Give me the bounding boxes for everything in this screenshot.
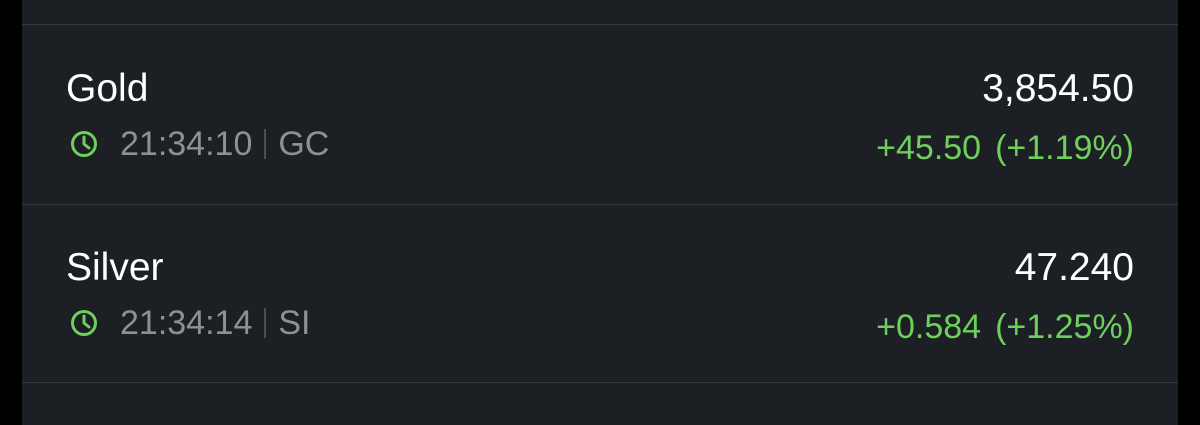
change-percent: (+1.19%) bbox=[995, 129, 1134, 167]
instrument-name: Silver bbox=[66, 246, 164, 289]
quote-list: Gold 21:34:10 GC 3,854.50 +45.50 (+1.19%)… bbox=[22, 0, 1178, 425]
meta-separator bbox=[264, 308, 267, 338]
ticker-symbol: GC bbox=[278, 125, 330, 163]
price-change: +0.584 (+1.25%) bbox=[876, 305, 1134, 349]
meta-separator bbox=[264, 129, 267, 159]
row-divider bbox=[22, 382, 1178, 383]
quote-row-silver[interactable]: Silver 21:34:14 SI 47.240 +0.584 (+1.25%) bbox=[22, 205, 1178, 383]
change-percent: (+1.25%) bbox=[995, 308, 1134, 346]
quote-time: 21:34:10 bbox=[120, 125, 253, 163]
last-price: 47.240 bbox=[1014, 246, 1134, 289]
quote-row-gold[interactable]: Gold 21:34:10 GC 3,854.50 +45.50 (+1.19%) bbox=[22, 25, 1178, 203]
quote-meta: 21:34:10 GC bbox=[70, 122, 329, 166]
change-value: +45.50 bbox=[876, 129, 982, 167]
instrument-name: Gold bbox=[66, 67, 149, 110]
last-price: 3,854.50 bbox=[982, 67, 1134, 110]
change-value: +0.584 bbox=[876, 308, 982, 346]
quote-time: 21:34:14 bbox=[120, 304, 253, 342]
clock-icon bbox=[71, 310, 97, 336]
clock-icon bbox=[71, 131, 97, 157]
ticker-symbol: SI bbox=[278, 304, 311, 342]
quote-meta: 21:34:14 SI bbox=[70, 301, 310, 345]
price-change: +45.50 (+1.19%) bbox=[876, 126, 1134, 170]
